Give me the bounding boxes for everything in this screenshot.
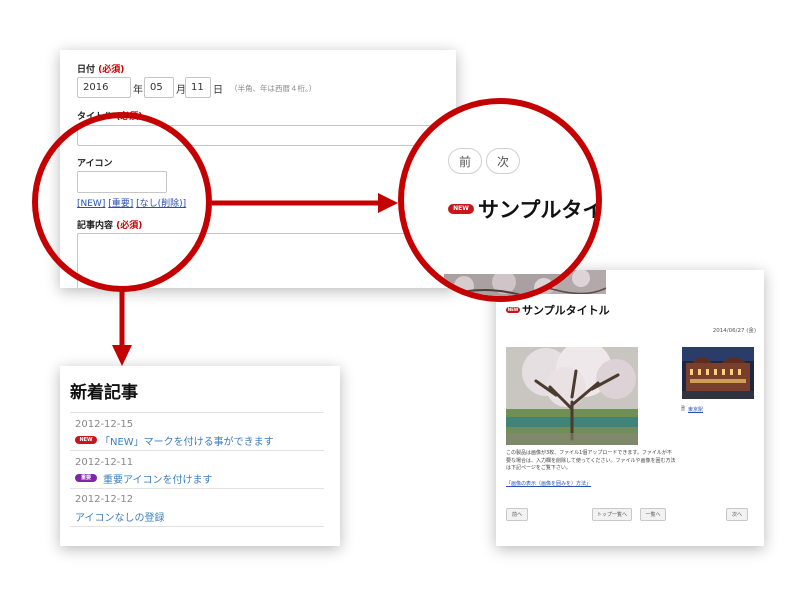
- icon-label: アイコン: [77, 159, 113, 169]
- divider: [70, 450, 324, 451]
- detail-body-text: この製品は画像が3枚、ファイル1個アップロードできます。ファイルが不要な場合は、…: [506, 450, 676, 471]
- article-date-2: 2012-12-11: [75, 457, 134, 468]
- detail-title: サンプルタイトル: [522, 304, 610, 317]
- new-articles-heading: 新着記事: [70, 383, 138, 403]
- month-input[interactable]: 05: [144, 77, 174, 98]
- divider: [70, 526, 324, 527]
- content-textarea[interactable]: [77, 233, 449, 288]
- content-required-mark: (必須): [116, 221, 143, 231]
- content-label: 記事内容 (必須): [77, 221, 143, 231]
- icon-option-new[interactable]: [NEW]: [77, 199, 105, 209]
- zoom-magnifier: 前 次 NEW サンプルタイ: [398, 98, 602, 302]
- zoom-prev-button[interactable]: 前: [448, 148, 482, 174]
- title-required-mark: (必須): [116, 112, 143, 122]
- new-badge-icon: NEW: [506, 307, 520, 313]
- day-input[interactable]: 11: [185, 77, 211, 98]
- top-list-button[interactable]: トップ一覧へ: [592, 508, 632, 521]
- year-unit: 年: [133, 85, 143, 96]
- date-label: 日付 (必須): [77, 65, 125, 75]
- photo-caption-link[interactable]: 東京駅: [688, 406, 703, 413]
- divider: [70, 412, 324, 413]
- new-badge-icon: NEW: [75, 436, 97, 444]
- title-label: タイトル (必須): [77, 112, 143, 122]
- detail-date: 2014/06/27 (金): [712, 328, 756, 334]
- icon-option-links: [NEW] [重要] [なし(削除)]: [77, 196, 186, 209]
- icon-option-important[interactable]: [重要]: [108, 199, 133, 209]
- date-required-mark: (必須): [98, 65, 125, 75]
- day-unit: 日: [213, 85, 223, 96]
- article-link-3[interactable]: アイコンなしの登録: [75, 509, 165, 524]
- icon-input[interactable]: [77, 171, 167, 193]
- article-link-1[interactable]: 「NEW」マークを付ける事ができます: [100, 433, 274, 448]
- file-icon: 🗎: [681, 406, 686, 412]
- new-articles-card: 新着記事 2012-12-15 NEW 「NEW」マークを付ける事ができます 2…: [60, 366, 340, 546]
- icon-option-none[interactable]: [なし(削除)]: [136, 199, 186, 209]
- date-format-hint: （半角、年は西暦４桁。）: [230, 84, 317, 93]
- prev-button[interactable]: 前へ: [506, 508, 528, 521]
- image-help-link[interactable]: 「画像の表示（画像を囲みを）方法」: [506, 480, 591, 487]
- year-input[interactable]: 2016: [77, 77, 131, 98]
- divider: [70, 488, 324, 489]
- zoom-title: サンプルタイ: [478, 198, 602, 222]
- article-link-2[interactable]: 重要アイコンを付けます: [103, 471, 213, 486]
- article-date-1: 2012-12-15: [75, 419, 134, 430]
- tokyo-station-photo[interactable]: [682, 347, 754, 399]
- arrow-down-head-icon: [112, 345, 132, 366]
- article-form-card: 日付 (必須) 2016 年 05 月 11 日 （半角、年は西暦４桁。） タイ…: [60, 50, 456, 288]
- title-input[interactable]: [77, 125, 447, 146]
- new-badge-icon: NEW: [448, 204, 474, 214]
- next-button[interactable]: 次へ: [726, 508, 748, 521]
- list-button[interactable]: 一覧へ: [640, 508, 666, 521]
- article-date-3: 2012-12-12: [75, 494, 134, 505]
- important-badge-icon: 重要: [75, 474, 97, 482]
- cherry-tree-photo[interactable]: [506, 347, 638, 445]
- zoom-next-button[interactable]: 次: [486, 148, 520, 174]
- article-detail-card: NEW サンプルタイトル 2014/06/27 (金) 🗎 東京駅 この製品は画…: [496, 270, 764, 546]
